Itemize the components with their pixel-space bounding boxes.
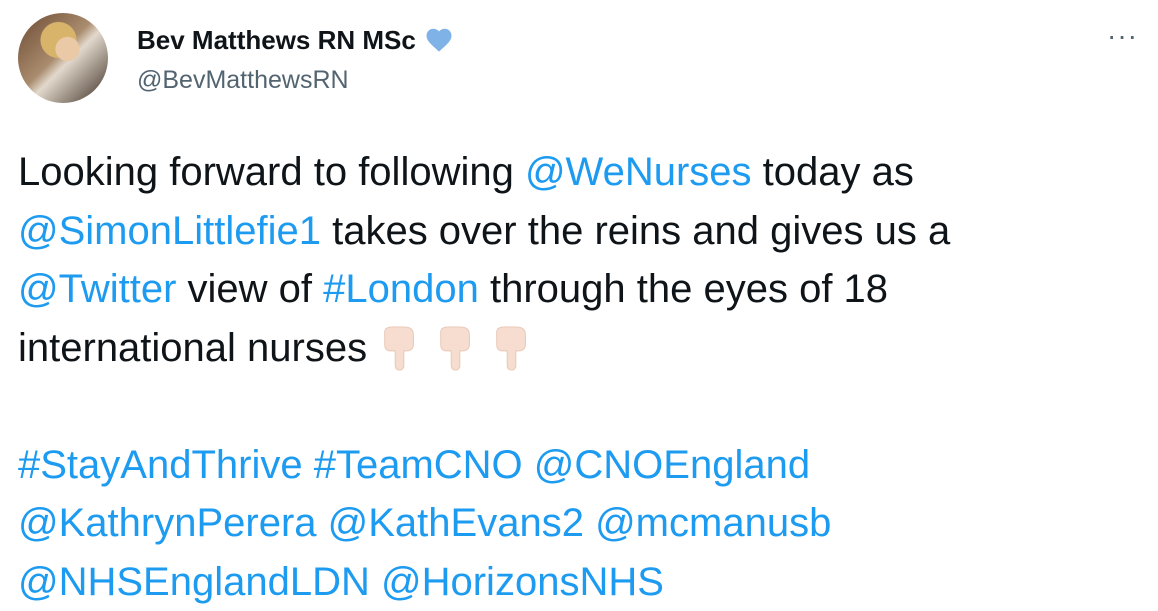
- mention-link[interactable]: @CNOEngland: [534, 443, 810, 487]
- pointing-down-hand-icon: [433, 325, 479, 371]
- mention-link[interactable]: @mcmanusb: [595, 501, 831, 545]
- pointing-down-hand-icon: [377, 325, 423, 371]
- tweet-text-segment: view of: [176, 267, 323, 311]
- author-handle[interactable]: @BevMatthewsRN: [137, 66, 349, 95]
- tweet-line: @SimonLittlefie1 takes over the reins an…: [18, 202, 1138, 261]
- tweet-line: @KathrynPerera @KathEvans2 @mcmanusb: [18, 494, 1138, 553]
- author-display-name[interactable]: Bev Matthews RN MSc: [137, 25, 416, 56]
- mention-link[interactable]: @SimonLittlefie1: [18, 209, 321, 253]
- tweet-text-segment: takes over the reins and gives us a: [321, 209, 950, 253]
- tweet-line: international nurses: [18, 319, 1138, 378]
- pointing-down-hand-icon: [489, 325, 535, 371]
- hashtag-link[interactable]: #StayAndThrive: [18, 443, 303, 487]
- tweet-line: @Twitter view of #London through the eye…: [18, 260, 1138, 319]
- mention-link[interactable]: @HorizonsNHS: [381, 560, 664, 604]
- hashtag-link[interactable]: #TeamCNO: [314, 443, 523, 487]
- hashtag-link[interactable]: #London: [323, 267, 479, 311]
- mention-link[interactable]: @Twitter: [18, 267, 176, 311]
- tweet-text: Looking forward to following @WeNurses t…: [18, 143, 1138, 611]
- tweet-line: Looking forward to following @WeNurses t…: [18, 143, 1138, 202]
- tweet-text-segment: today as: [752, 150, 914, 194]
- avatar[interactable]: [18, 13, 108, 103]
- paragraph-spacer: [18, 377, 1138, 436]
- tweet-line: @NHSEnglandLDN @HorizonsNHS: [18, 553, 1138, 611]
- mention-link[interactable]: @NHSEnglandLDN: [18, 560, 370, 604]
- author-name-row: Bev Matthews RN MSc: [137, 22, 454, 58]
- tweet-text-segment: international nurses: [18, 326, 367, 370]
- mention-link[interactable]: @KathrynPerera: [18, 501, 317, 545]
- tweet-text-segment: Looking forward to following: [18, 150, 525, 194]
- mention-link[interactable]: @WeNurses: [525, 150, 752, 194]
- more-options-icon[interactable]: ···: [1107, 20, 1138, 52]
- heart-icon: [424, 25, 454, 55]
- mention-link[interactable]: @KathEvans2: [328, 501, 584, 545]
- tweet-line: #StayAndThrive #TeamCNO @CNOEngland: [18, 436, 1138, 495]
- tweet-text-segment: through the eyes of 18: [479, 267, 888, 311]
